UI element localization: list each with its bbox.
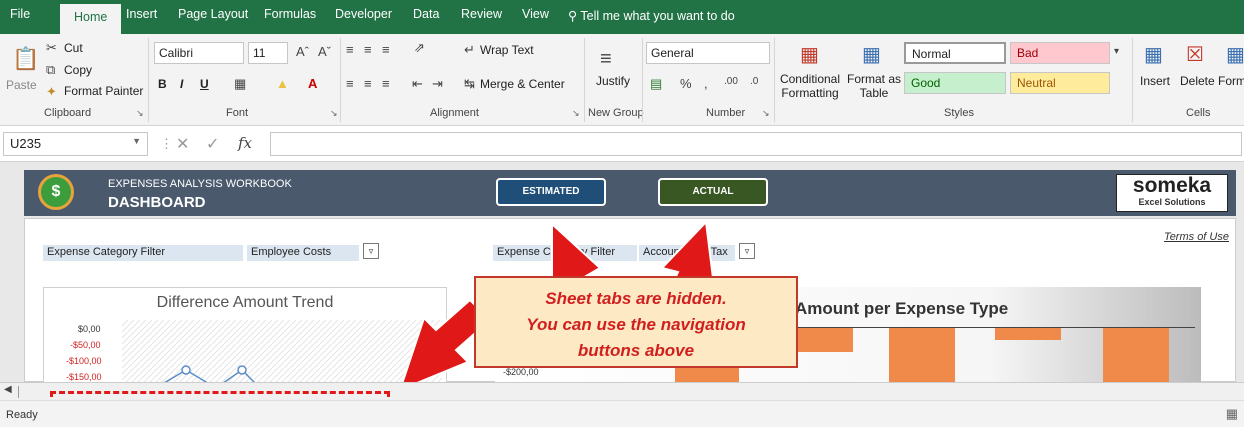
callout-line-1: Sheet tabs are hidden.	[545, 289, 727, 308]
callout-line-2: You can use the navigation	[526, 315, 746, 334]
scroll-left-icon[interactable]: ◀	[4, 384, 12, 395]
divider	[18, 386, 19, 398]
status-bar: Ready ▦	[0, 400, 1244, 427]
status-text: Ready	[6, 409, 38, 421]
callout-line-3: buttons above	[577, 341, 695, 360]
normal-view-icon[interactable]: ▦	[1226, 406, 1238, 422]
hidden-tabs-callout: Sheet tabs are hidden. You can use the n…	[474, 276, 798, 368]
